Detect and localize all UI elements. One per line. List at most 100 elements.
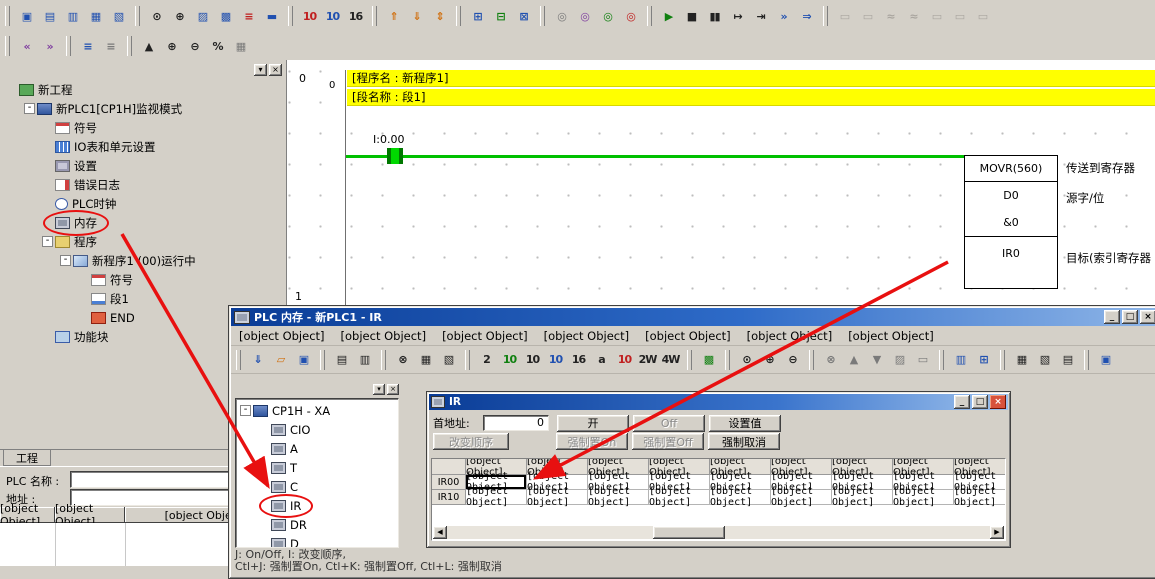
- format-quad-word-icon[interactable]: 4W: [659, 349, 682, 371]
- save-icon[interactable]: ▣: [292, 349, 315, 371]
- force-reset-icon[interactable]: ▼: [865, 349, 888, 371]
- find-icon[interactable]: ⊙: [145, 5, 168, 27]
- project-tree-item[interactable]: IO表和单元设置: [0, 137, 286, 156]
- address-table-header[interactable]: [object Object]: [55, 507, 125, 523]
- menu-item[interactable]: [object Object]: [739, 329, 841, 343]
- horizontal-scrollbar[interactable]: ◀ ▶: [433, 526, 1004, 539]
- debug-mode-icon[interactable]: ◎: [573, 5, 596, 27]
- ir-action-button[interactable]: 设置值: [709, 415, 781, 432]
- stop-icon[interactable]: ■: [680, 5, 703, 27]
- format-double-word-icon[interactable]: 2W: [636, 349, 659, 371]
- movr-instruction-block[interactable]: MOVR(560) D0 &0 IR0: [964, 155, 1058, 289]
- menu-item[interactable]: [object Object]: [434, 329, 536, 343]
- transfer-to-plc-icon[interactable]: ⇑: [382, 5, 405, 27]
- block-comment-list-icon[interactable]: ≡: [99, 35, 122, 57]
- zoom-out-icon[interactable]: ⊖: [183, 35, 206, 57]
- project-tree-item[interactable]: - 程序: [0, 232, 286, 251]
- ir-force-button[interactable]: 强制取消: [708, 433, 780, 450]
- indent-decrease-icon[interactable]: «: [15, 35, 38, 57]
- format-bcd-icon[interactable]: 10: [498, 349, 521, 371]
- close-icon[interactable]: ×: [990, 395, 1006, 409]
- memory-grid[interactable]: [object Object][object Object][object Ob…: [431, 458, 1006, 541]
- view-io-table-icon[interactable]: ▦: [84, 5, 107, 27]
- memory-tree-item[interactable]: T: [236, 458, 398, 477]
- address-reference-icon[interactable]: ▬: [260, 5, 283, 27]
- io-refresh-icon[interactable]: ⊞: [972, 349, 995, 371]
- memory-tree-item[interactable]: - CP1H - XA: [236, 401, 398, 420]
- compare-with-plc-icon[interactable]: ⇕: [428, 5, 451, 27]
- open-icon[interactable]: ▱: [269, 349, 292, 371]
- plc-name-field[interactable]: [70, 471, 232, 488]
- view-mnemonic-icon[interactable]: ▤: [38, 5, 61, 27]
- maximize-icon[interactable]: □: [972, 395, 988, 409]
- fill-icon[interactable]: ▨: [888, 349, 911, 371]
- project-tree-item[interactable]: - 新PLC1[CP1H]监视模式: [0, 99, 286, 118]
- memory-cell[interactable]: [object Object]: [893, 490, 954, 505]
- project-tree-item[interactable]: 新工程: [0, 80, 286, 99]
- format-decimal-icon[interactable]: 10: [298, 5, 321, 27]
- cycle-time-icon[interactable]: ▭: [925, 5, 948, 27]
- tree-expander-icon[interactable]: -: [240, 405, 251, 416]
- monitor-toggle-icon[interactable]: ⊠: [512, 5, 535, 27]
- data-trace-icon[interactable]: ≈: [879, 5, 902, 27]
- close-pane-icon[interactable]: ×: [269, 64, 282, 76]
- maximize-icon[interactable]: □: [1122, 310, 1138, 324]
- profile-icon[interactable]: ▭: [948, 5, 971, 27]
- format-signed-icon[interactable]: 10: [544, 349, 567, 371]
- tree-expander-icon[interactable]: -: [24, 103, 35, 114]
- copy-data-icon[interactable]: ▦: [1010, 349, 1033, 371]
- pause-monitor-icon[interactable]: ▭: [833, 5, 856, 27]
- memory-cell[interactable]: [object Object]: [466, 490, 527, 505]
- settings-icon[interactable]: ▣: [1094, 349, 1117, 371]
- format-hex-icon[interactable]: 16: [344, 5, 367, 27]
- watch-icon[interactable]: ▥: [949, 349, 972, 371]
- run-icon[interactable]: ▶: [657, 5, 680, 27]
- scan-run-icon[interactable]: ⇒: [795, 5, 818, 27]
- memory-tree-item[interactable]: A: [236, 439, 398, 458]
- differential-monitor-icon[interactable]: ▭: [856, 5, 879, 27]
- format-ascii-icon[interactable]: a: [590, 349, 613, 371]
- dock-pin-icon[interactable]: ▾: [254, 64, 267, 76]
- force-set-icon[interactable]: ▲: [842, 349, 865, 371]
- ir-action-button[interactable]: 开: [557, 415, 629, 432]
- memory-window-titlebar[interactable]: PLC 内存 - 新PLC1 - IR _□×: [231, 308, 1155, 326]
- tree-expander-icon[interactable]: -: [42, 236, 53, 247]
- grid-toggle-icon[interactable]: ▦: [229, 35, 252, 57]
- menu-item[interactable]: [object Object]: [231, 329, 333, 343]
- time-chart-icon[interactable]: ≈: [902, 5, 925, 27]
- menu-item[interactable]: [object Object]: [637, 329, 739, 343]
- ir-force-button[interactable]: 改变顺序: [433, 433, 509, 450]
- memory-cell[interactable]: [object Object]: [954, 490, 1006, 505]
- menu-item[interactable]: [object Object]: [840, 329, 942, 343]
- transfer-monitor-icon[interactable]: ⇓: [246, 349, 269, 371]
- work-online-icon[interactable]: ⊞: [466, 5, 489, 27]
- select-mode-icon[interactable]: ▲: [137, 35, 160, 57]
- project-tree-item[interactable]: PLC时钟: [0, 194, 286, 213]
- ir-force-button[interactable]: 强制置Off: [632, 433, 704, 450]
- memory-cell[interactable]: [object Object]: [649, 490, 710, 505]
- menu-item[interactable]: [object Object]: [333, 329, 435, 343]
- scrollbar-track[interactable]: [447, 526, 990, 539]
- cut-icon[interactable]: ⊗: [391, 349, 414, 371]
- memory-tree-item[interactable]: CIO: [236, 420, 398, 439]
- program-mode-icon[interactable]: ◎: [550, 5, 573, 27]
- project-tree-item[interactable]: 错误日志: [0, 175, 286, 194]
- zoom-in-icon[interactable]: ⊕: [758, 349, 781, 371]
- grid-row-label[interactable]: IR00: [432, 475, 466, 490]
- menu-item[interactable]: [object Object]: [536, 329, 638, 343]
- scrollbar-thumb[interactable]: [653, 526, 725, 539]
- view-diagram-icon[interactable]: ▣: [15, 5, 38, 27]
- continuous-step-icon[interactable]: »: [772, 5, 795, 27]
- transfer-from-plc-icon[interactable]: ⇓: [405, 5, 428, 27]
- memory-cell[interactable]: [object Object]: [710, 490, 771, 505]
- project-tree-item[interactable]: 设置: [0, 156, 286, 175]
- memory-cell[interactable]: [object Object]: [527, 490, 588, 505]
- rung-comment-list-icon[interactable]: ≡: [76, 35, 99, 57]
- memory-tree-item[interactable]: C: [236, 477, 398, 496]
- project-tree-item[interactable]: 内存: [0, 213, 286, 232]
- view-symbols-icon[interactable]: ▥: [61, 5, 84, 27]
- dock-pin-icon[interactable]: ▾: [373, 384, 385, 395]
- memory-tree-item[interactable]: IR: [236, 496, 398, 515]
- format-hex-icon[interactable]: 16: [567, 349, 590, 371]
- trace-settings-icon[interactable]: ▭: [971, 5, 994, 27]
